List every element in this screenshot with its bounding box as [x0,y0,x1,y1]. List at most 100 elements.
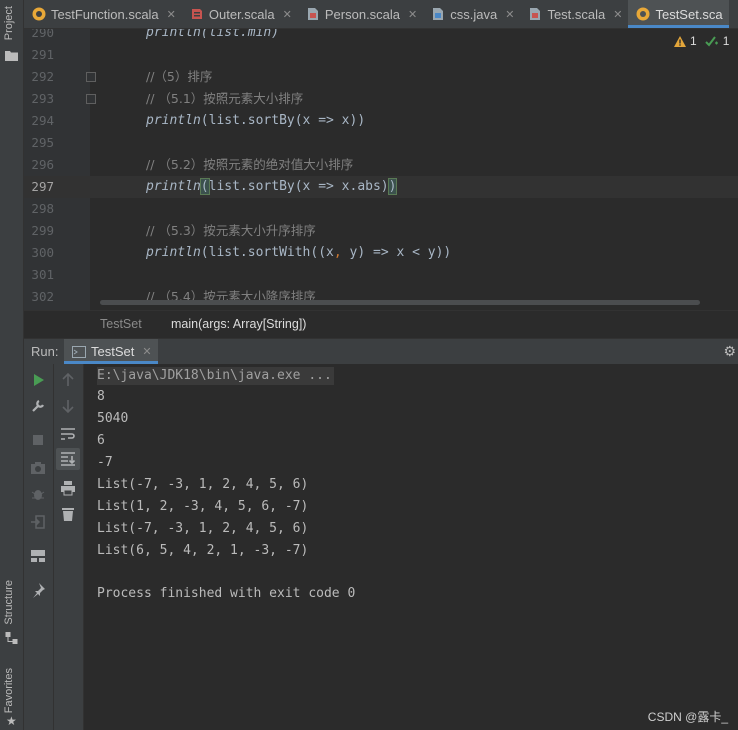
tab-test-scala[interactable]: Test.scala ✕ [520,0,628,28]
console-line: -7 [97,455,113,470]
code-line: 295 [24,132,738,154]
console-command-line: E:\java\JDK18\bin\java.exe ... [97,367,334,385]
watermark: CSDN @露卡_ [647,710,728,724]
run-tab-testset[interactable]: TestSet ✕ [64,339,158,364]
tab-testset-scala[interactable]: TestSet.sca [628,0,729,28]
close-icon[interactable]: ✕ [142,345,151,358]
console-line: 5040 [97,411,129,426]
scala-class-icon [191,9,202,19]
line-number: 300 [31,245,54,260]
breadcrumb: TestSet main(args: Array[String]) [24,310,738,338]
line-number: 301 [31,267,54,282]
pin-icon[interactable] [30,582,46,598]
breadcrumb-method[interactable]: main(args: Array[String]) [171,311,306,338]
line-number: 293 [31,91,54,106]
line-code: //（5）排序 [146,69,213,84]
scala-file-icon [307,8,318,20]
code-line: 300 println(list.sortWith((x, y) => x < … [24,242,738,264]
tab-label: Test.scala [547,6,606,22]
camera-icon[interactable] [30,460,46,476]
console-line: 6 [97,433,105,448]
console-line: List(6, 5, 4, 2, 1, -3, -7) [97,543,309,558]
tab-label: TestSet.sca [655,6,723,22]
run-label: Run: [31,344,59,359]
soft-wrap-icon[interactable] [60,426,76,442]
line-code: // （5.2）按照元素的绝对值大小排序 [146,157,354,172]
line-number: 291 [31,47,54,62]
line-number: 294 [31,113,54,128]
code-line: 292 //（5）排序 [24,66,738,88]
arrow-down-icon[interactable] [60,398,76,414]
arrow-up-icon[interactable] [60,372,76,388]
rerun-icon[interactable] [30,372,46,388]
fold-marker-icon[interactable] [86,94,96,104]
code-line: 293 // （5.1）按照元素大小排序 [24,88,738,110]
code-line: 291 [24,44,738,66]
run-tab-label: TestSet [91,344,135,359]
tab-label: Outer.scala [208,6,275,22]
tab-label: TestFunction.scala [51,6,159,22]
current-code-line: 297 println(list.sortBy(x => x.abs)) [24,176,738,198]
line-code: // （5.1）按照元素大小排序 [146,91,304,106]
line-number: 292 [31,69,54,84]
gear-icon[interactable]: ⚙ [723,343,736,360]
console-line: Process finished with exit code 0 [97,586,356,601]
tab-person-scala[interactable]: Person.scala ✕ [298,0,423,28]
code-line: 301 [24,264,738,286]
debug-icon[interactable] [30,486,46,502]
console-line: List(-7, -3, 1, 2, 4, 5, 6) [97,521,309,536]
horizontal-scrollbar[interactable] [100,300,700,305]
console-line: List(-7, -3, 1, 2, 4, 5, 6) [97,477,309,492]
scala-object-icon [636,7,650,21]
tab-label: Person.scala [324,6,401,22]
stop-icon[interactable] [30,432,46,448]
close-icon[interactable]: ✕ [613,8,622,21]
scala-file-icon [530,8,541,20]
structure-tool-window-button[interactable]: Structure [3,580,15,625]
folder-icon [5,51,18,61]
structure-icon [5,632,18,644]
run-toolbar-secondary [54,364,84,730]
code-editor[interactable]: 290 println(list.min) 291 292 //（5）排序 29… [24,29,738,310]
tab-css-java[interactable]: css.java ✕ [423,0,520,28]
close-icon[interactable]: ✕ [408,8,417,21]
checks-count: 1 [722,34,730,48]
layout-icon[interactable] [30,548,46,564]
run-toolbar-primary [24,364,54,730]
code-line: 299 // （5.3）按元素大小升序排序 [24,220,738,242]
console-icon [72,345,86,358]
left-tool-strip: Project Structure Favorites ★ [0,0,24,730]
code-line: 298 [24,198,738,220]
close-icon[interactable]: ✕ [167,8,176,21]
breadcrumb-file[interactable]: TestSet [100,311,142,338]
tab-label: css.java [450,6,498,22]
print-icon[interactable] [60,480,76,496]
tab-outer-scala[interactable]: Outer.scala ✕ [182,0,298,28]
scala-object-icon [32,7,46,21]
favorites-tool-window-button[interactable]: Favorites [3,668,15,713]
console-line: List(1, 2, -3, 4, 5, 6, -7) [97,499,309,514]
inspection-widget[interactable]: 1 1 [674,34,729,48]
line-number: 299 [31,223,54,238]
line-code: println(list.sortBy(x => x.abs)) [146,178,398,195]
line-number: 296 [31,157,54,172]
project-tool-window-button[interactable]: Project [3,6,15,40]
line-number: 302 [31,289,54,304]
fold-marker-icon[interactable] [86,72,96,82]
wrench-icon[interactable] [30,398,46,414]
line-code: println(list.sortWith((x, y) => x < y)) [146,245,452,260]
code-line: 296 // （5.2）按照元素的绝对值大小排序 [24,154,738,176]
line-number: 297 [31,179,54,194]
java-file-icon [433,8,444,20]
line-number: 290 [31,29,54,40]
warnings-count: 1 [690,34,697,48]
scroll-to-end-icon [61,452,76,466]
console-output[interactable]: E:\java\JDK18\bin\java.exe ... 8 5040 6 … [84,364,738,730]
close-icon[interactable]: ✕ [505,8,514,21]
code-line: 294 println(list.sortBy(x => x)) [24,110,738,132]
tab-testfunction-scala[interactable]: TestFunction.scala ✕ [24,0,182,28]
close-icon[interactable]: ✕ [283,8,292,21]
line-code: println(list.min) [146,29,280,40]
exit-icon[interactable] [30,514,46,530]
trash-icon[interactable] [60,506,76,522]
